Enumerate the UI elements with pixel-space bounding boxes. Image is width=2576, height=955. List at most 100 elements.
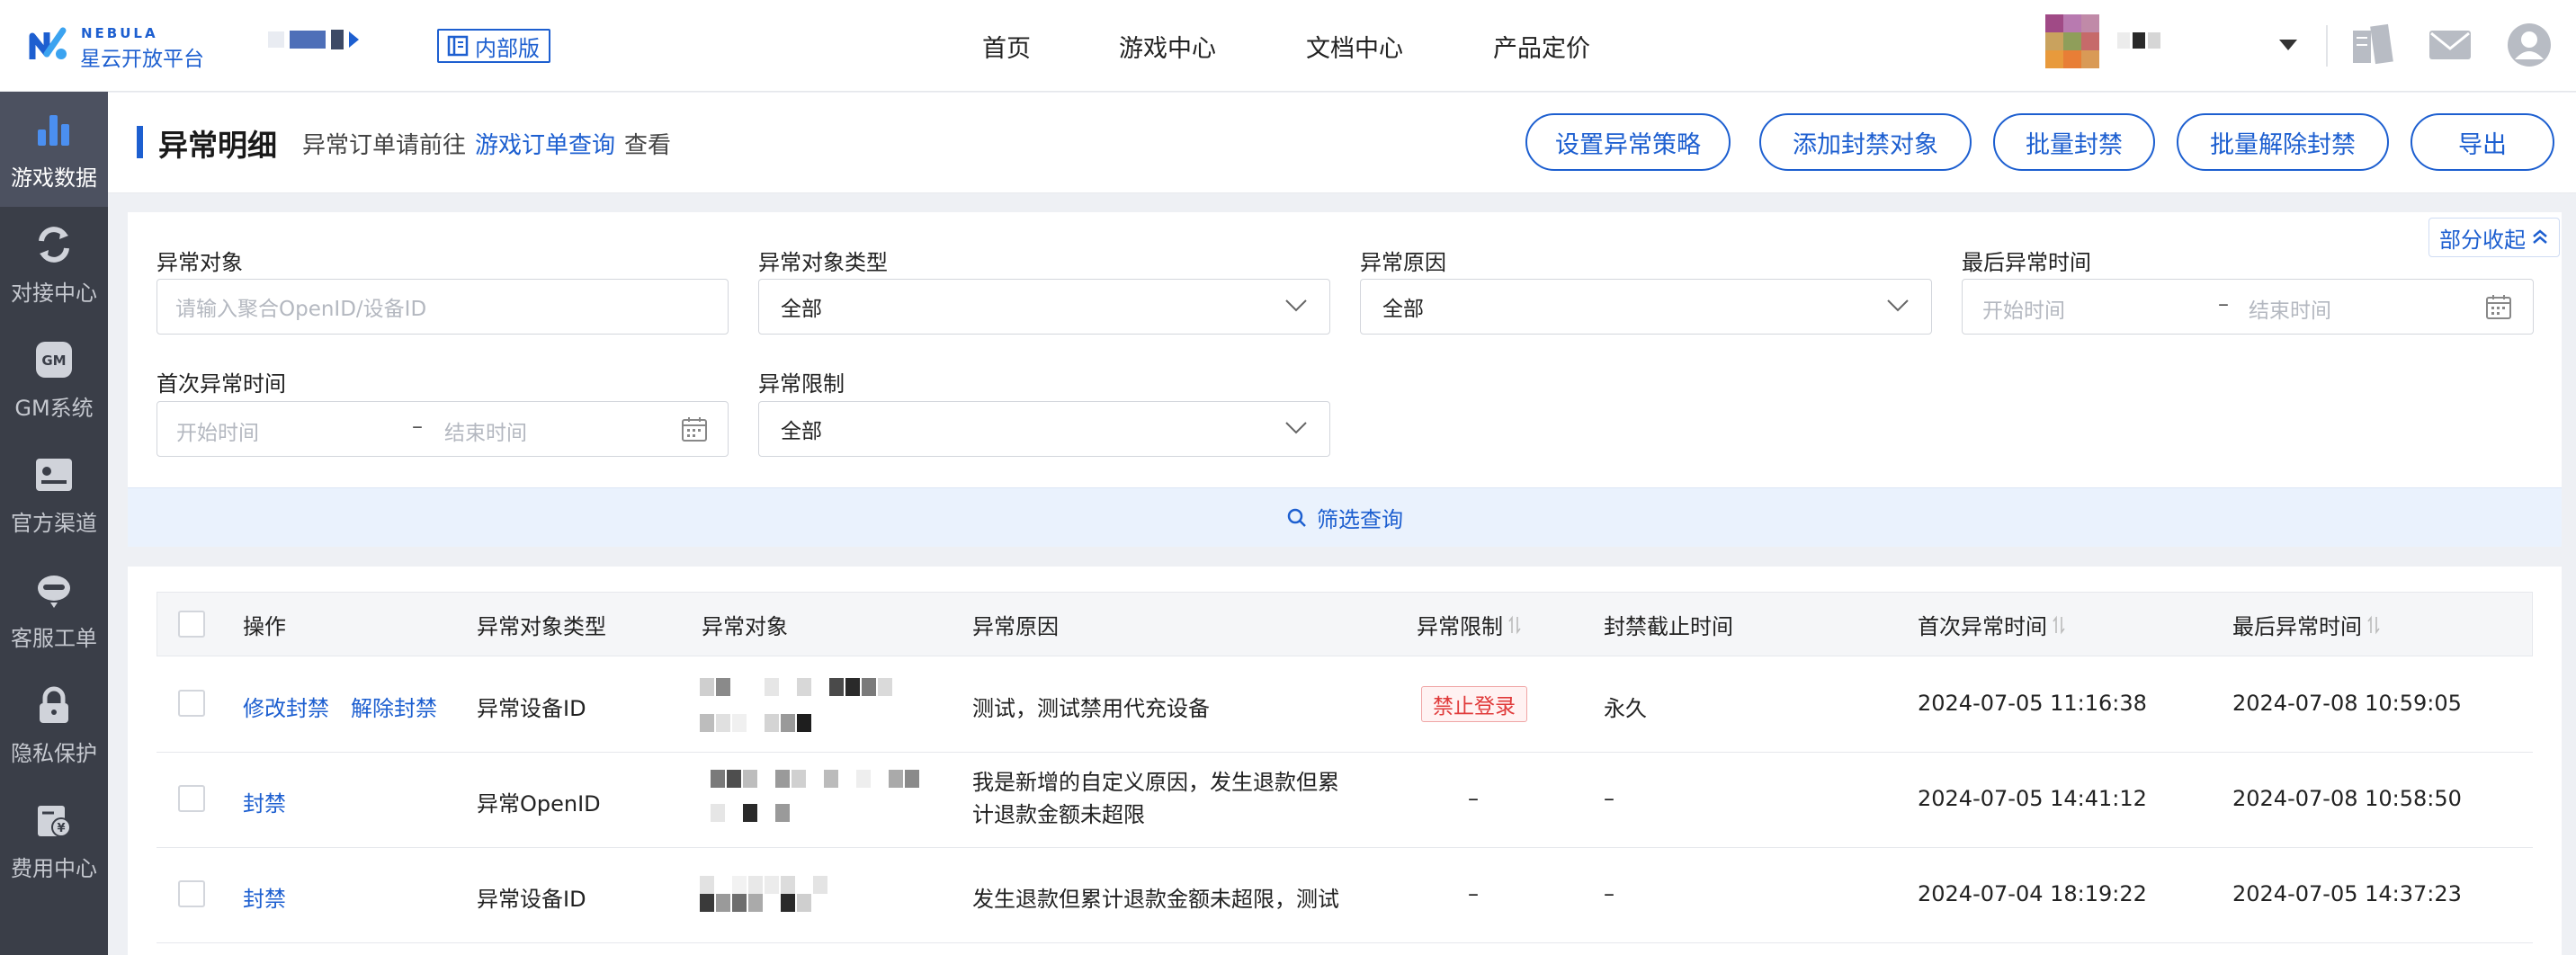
edit-ban-link[interactable]: 修改封禁: [243, 691, 329, 722]
row-checkbox[interactable]: [178, 785, 205, 812]
object-search-input[interactable]: 请输入聚合OpenID/设备ID: [157, 279, 729, 335]
object-id-redacted: [700, 894, 811, 912]
col-object-label: 异常对象: [702, 614, 788, 639]
col-limit[interactable]: 异常限制: [1417, 609, 1521, 640]
batch-unban-button[interactable]: 批量解除封禁: [2177, 113, 2389, 171]
lock-icon: [40, 686, 68, 723]
last-time-start-input[interactable]: 开始时间: [1982, 293, 2065, 324]
sort-icon[interactable]: [2367, 615, 2380, 635]
object-type-select[interactable]: 全部: [758, 279, 1330, 335]
limit-filter-label: 异常限制: [758, 371, 845, 397]
col-last-time[interactable]: 最后异常时间: [2232, 609, 2380, 640]
sidebar-item-privacy[interactable]: 隐私保护: [0, 667, 108, 782]
svg-text:¥: ¥: [57, 822, 65, 835]
search-icon: [1287, 508, 1306, 527]
username-redacted[interactable]: [2117, 32, 2160, 49]
chevron-down-icon: [1887, 299, 1909, 312]
internal-version-badge: 内部版: [437, 29, 550, 63]
calendar-icon[interactable]: [680, 415, 709, 443]
col-reason-label: 异常原因: [972, 614, 1059, 639]
last-time-cell: 2024-07-05 14:37:23: [2232, 881, 2462, 906]
select-all-checkbox[interactable]: [178, 611, 205, 638]
user-menu-caret-icon[interactable]: [2279, 40, 2297, 50]
sidebar-item-label: 对接中心: [11, 281, 97, 306]
unban-link[interactable]: 解除封禁: [351, 691, 437, 722]
col-object-type: 异常对象类型: [477, 609, 606, 640]
mail-icon[interactable]: [2427, 22, 2473, 68]
user-profile-icon[interactable]: [2506, 22, 2553, 68]
collapse-label: 部分收起: [2439, 227, 2526, 253]
first-time-cell: 2024-07-05 14:41:12: [1918, 786, 2147, 811]
sidebar-item-label: 游戏数据: [11, 165, 97, 191]
ban-until-cell: 永久: [1604, 696, 1647, 721]
nebula-logo-icon[interactable]: [27, 23, 72, 68]
document-icon[interactable]: [2349, 22, 2396, 68]
headset-icon: [38, 576, 70, 608]
object-id-redacted: [700, 876, 827, 894]
object-filter-label: 异常对象: [157, 250, 243, 275]
chevron-up-icon: [2533, 229, 2547, 244]
svg-text:GM: GM: [41, 353, 66, 369]
col-object-type-label: 异常对象类型: [477, 614, 606, 639]
top-navbar: [0, 0, 2576, 92]
gm-icon: GM: [36, 342, 72, 378]
game-name-redacted: [268, 30, 359, 49]
sync-icon: [39, 227, 69, 263]
filter-search-button[interactable]: 筛选查询: [128, 487, 2562, 547]
chevron-down-icon: [1285, 422, 1307, 434]
game-order-query-link[interactable]: 游戏订单查询: [475, 127, 615, 160]
nav-docs-center[interactable]: 文档中心: [1306, 0, 1403, 92]
set-policy-button[interactable]: 设置异常策略: [1525, 113, 1731, 171]
limit-select[interactable]: 全部: [758, 401, 1330, 457]
export-button[interactable]: 导出: [2411, 113, 2554, 171]
sidebar-item-integration[interactable]: 对接中心: [0, 207, 108, 322]
row-checkbox[interactable]: [178, 690, 205, 717]
sort-icon[interactable]: [2053, 615, 2065, 635]
first-time-filter-label: 首次异常时间: [157, 371, 286, 397]
range-separator: –: [2218, 291, 2229, 317]
bar-chart-icon: [38, 115, 69, 146]
col-first-time-label: 首次异常时间: [1918, 614, 2047, 639]
col-first-time[interactable]: 首次异常时间: [1918, 609, 2065, 640]
sidebar-item-billing[interactable]: ¥ 费用中心: [0, 782, 108, 897]
object-id-redacted: [711, 804, 790, 822]
first-time-end-input[interactable]: 结束时间: [444, 415, 527, 446]
row-checkbox[interactable]: [178, 880, 205, 907]
ban-until-cell: –: [1604, 881, 1614, 906]
sidebar-item-gm-system[interactable]: GM GM系统: [0, 322, 108, 437]
sort-icon[interactable]: [1508, 615, 1521, 635]
object-type-value: 全部: [781, 298, 822, 321]
filter-search-label: 筛选查询: [1317, 507, 1403, 532]
reason-value: 全部: [1382, 298, 1424, 321]
col-limit-label: 异常限制: [1417, 614, 1503, 639]
object-type-cell: 异常OpenID: [477, 791, 601, 817]
limit-value: 全部: [781, 420, 822, 443]
batch-ban-button[interactable]: 批量封禁: [1993, 113, 2155, 171]
reason-cell: 发生退款但累计退款金额未超限，测试: [972, 887, 1339, 912]
last-time-end-input[interactable]: 结束时间: [2249, 293, 2331, 324]
collapse-filters-button[interactable]: 部分收起: [2428, 218, 2560, 257]
calendar-icon[interactable]: [2484, 292, 2513, 321]
col-actions: 操作: [243, 609, 286, 640]
object-id-redacted: [700, 678, 892, 696]
nav-home[interactable]: 首页: [982, 0, 1031, 92]
brand-name-en: NEBULA: [81, 25, 158, 41]
header-divider: [2326, 25, 2328, 67]
title-accent-bar: [137, 126, 143, 158]
brand-name-cn: 星云开放平台: [80, 48, 204, 71]
sidebar-item-game-data[interactable]: 游戏数据: [0, 92, 108, 207]
sidebar-item-label: 费用中心: [11, 856, 97, 881]
sidebar-item-customer-service[interactable]: 客服工单: [0, 552, 108, 667]
add-ban-target-button[interactable]: 添加封禁对象: [1759, 113, 1972, 171]
col-ban-until-label: 封禁截止时间: [1604, 614, 1733, 639]
book-icon: [447, 35, 469, 57]
ban-link[interactable]: 封禁: [243, 786, 286, 817]
ban-link[interactable]: 封禁: [243, 881, 286, 913]
hint-prefix: 异常订单请前往: [302, 132, 467, 159]
user-avatar[interactable]: [2045, 14, 2099, 68]
sidebar-item-official-channel[interactable]: 官方渠道: [0, 437, 108, 552]
nav-pricing[interactable]: 产品定价: [1493, 0, 1590, 92]
reason-select[interactable]: 全部: [1360, 279, 1932, 335]
first-time-start-input[interactable]: 开始时间: [176, 415, 259, 446]
nav-game-center[interactable]: 游戏中心: [1119, 0, 1216, 92]
